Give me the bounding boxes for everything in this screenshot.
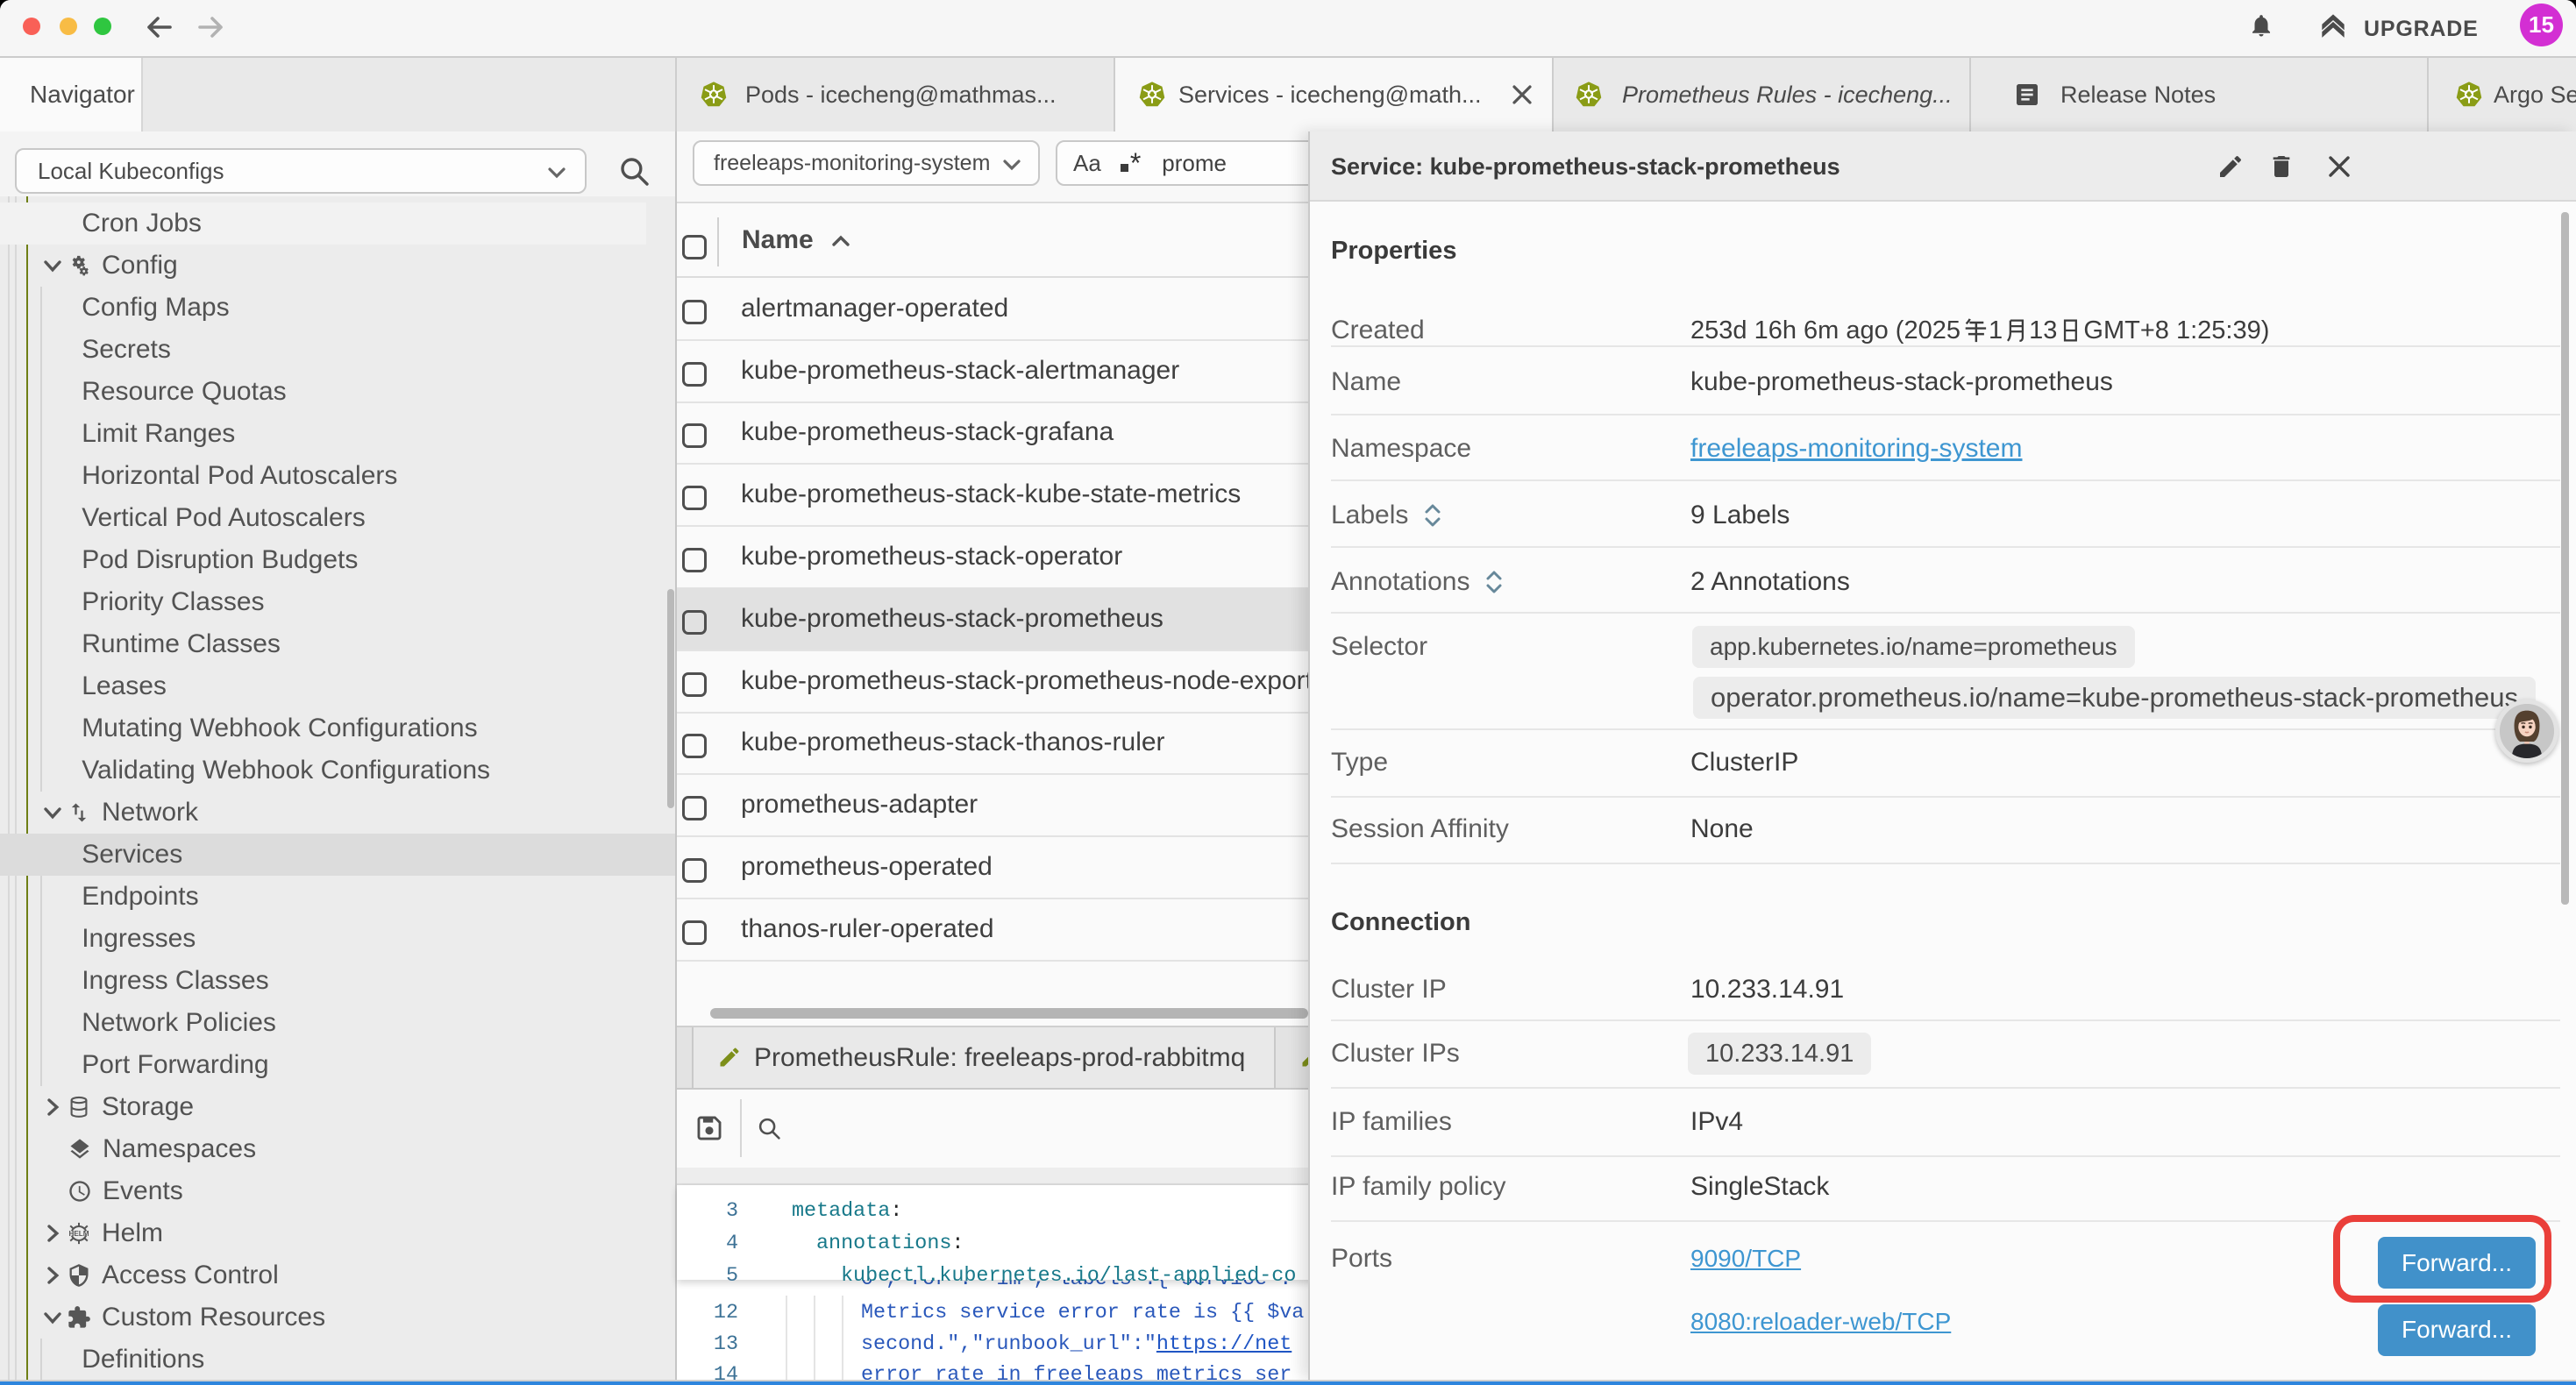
svg-text:HELM: HELM	[68, 1230, 89, 1238]
